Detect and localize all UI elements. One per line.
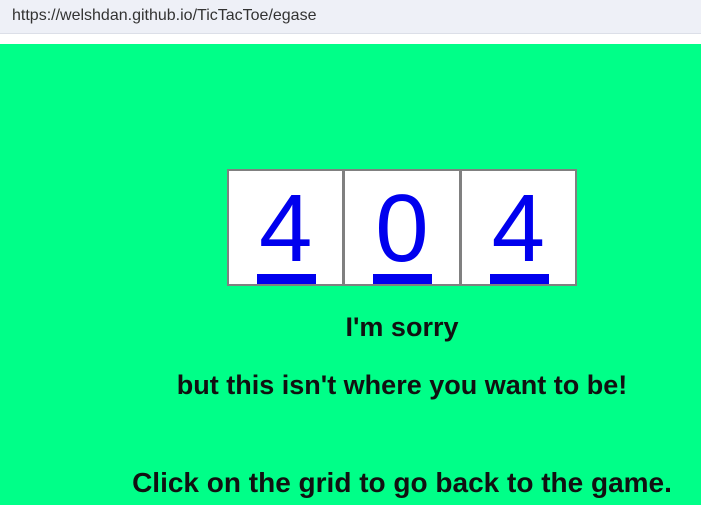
grid-cell-2-link[interactable]: 0 [345,179,458,279]
link-underline [257,274,316,284]
link-underline [373,274,433,284]
not-here-heading: but this isn't where you want to be! [176,370,628,400]
grid-cell-2[interactable]: 0 [345,171,459,284]
address-bar[interactable]: https://welshdan.github.io/TicTacToe/ega… [0,0,701,34]
grid-cell-1[interactable]: 4 [229,171,343,284]
url-text[interactable]: https://welshdan.github.io/TicTacToe/ega… [12,7,316,25]
error-grid[interactable]: 4 0 4 [227,169,577,286]
grid-cell-1-link[interactable]: 4 [229,179,342,279]
link-underline [489,274,549,284]
browser-divider [0,34,701,44]
grid-cell-3[interactable]: 4 [461,171,575,284]
grid-cell-3-link[interactable]: 4 [462,179,575,279]
sorry-heading: I'm sorry [345,312,459,342]
page-content: 4 0 4 I'm sorry but this isn't where you… [0,44,701,505]
instruction-heading: Click on the grid to go back to the game… [132,467,672,498]
